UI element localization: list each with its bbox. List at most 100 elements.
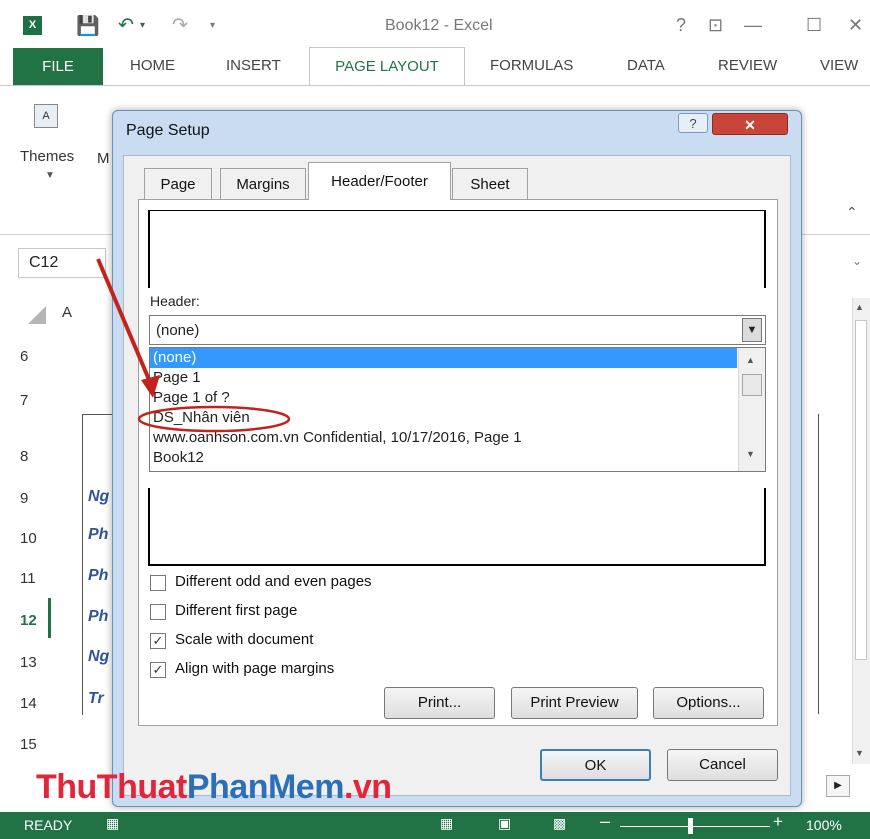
- collapse-ribbon-icon[interactable]: ⌃: [846, 204, 858, 221]
- table-border-right: [800, 414, 819, 714]
- cell-text[interactable]: Ng: [88, 488, 109, 506]
- header-combobox[interactable]: [149, 315, 766, 345]
- align-label[interactable]: Align with page margins: [175, 660, 334, 677]
- list-scroll-down-icon[interactable]: ▼: [746, 449, 755, 459]
- cell-text[interactable]: Ph: [88, 567, 108, 585]
- odd-even-checkbox[interactable]: [150, 575, 166, 591]
- tab-insert[interactable]: INSERT: [226, 48, 281, 84]
- row-header[interactable]: 14: [20, 695, 50, 712]
- row-header[interactable]: 13: [20, 654, 50, 671]
- close-window-icon[interactable]: ✕: [848, 15, 863, 36]
- zoom-in-icon[interactable]: +: [773, 812, 783, 832]
- minimize-icon[interactable]: —: [744, 15, 762, 36]
- tab-margins[interactable]: Margins: [220, 168, 306, 199]
- ribbon-display-icon[interactable]: ⊡: [708, 15, 723, 36]
- themes-dropdown-icon[interactable]: ▼: [45, 170, 55, 181]
- scale-checkbox[interactable]: ✓: [150, 633, 166, 649]
- window-title: Book12 - Excel: [385, 17, 493, 34]
- cell-text[interactable]: Tr: [88, 690, 104, 708]
- row-header[interactable]: 7: [20, 392, 50, 409]
- row-header[interactable]: 15: [20, 736, 50, 753]
- zoom-level[interactable]: 100%: [806, 817, 842, 833]
- row-header[interactable]: 10: [20, 530, 50, 547]
- macro-record-icon[interactable]: ▦: [106, 815, 119, 832]
- help-icon[interactable]: ?: [676, 15, 686, 36]
- expand-formula-bar-icon[interactable]: ⌄: [852, 254, 862, 268]
- tab-review[interactable]: REVIEW: [718, 48, 777, 84]
- options-button[interactable]: Options...: [653, 687, 764, 719]
- header-label: Header:: [150, 293, 200, 309]
- scroll-down-icon[interactable]: ▼: [855, 748, 864, 758]
- select-all-corner[interactable]: [20, 300, 50, 328]
- dialog-title: Page Setup: [126, 122, 210, 139]
- vertical-scroll-thumb[interactable]: [855, 320, 867, 660]
- row-header[interactable]: 11: [20, 570, 50, 587]
- watermark-part-2: PhanMem: [186, 768, 345, 806]
- undo-dropdown-icon[interactable]: ▾: [140, 20, 145, 31]
- row-header[interactable]: 6: [20, 348, 50, 365]
- header-option[interactable]: DS_Nhân viên: [153, 408, 250, 428]
- cancel-button[interactable]: Cancel: [667, 749, 778, 781]
- watermark-logo: ThuThuatPhanMem.vn: [36, 768, 392, 807]
- undo-icon[interactable]: ↶: [118, 14, 134, 37]
- margins-button-label[interactable]: M: [97, 150, 110, 167]
- ok-button[interactable]: OK: [540, 749, 651, 781]
- cell-text[interactable]: Ph: [88, 526, 108, 544]
- header-option[interactable]: Book12: [153, 448, 204, 468]
- dialog-close-button[interactable]: ✕: [712, 113, 788, 135]
- selected-option-highlight: [150, 348, 737, 368]
- zoom-slider[interactable]: [620, 826, 770, 827]
- tab-home[interactable]: HOME: [130, 48, 175, 84]
- tab-formulas[interactable]: FORMULAS: [490, 48, 573, 84]
- first-page-checkbox[interactable]: [150, 604, 166, 620]
- tab-header-footer[interactable]: Header/Footer: [308, 162, 451, 200]
- tab-sheet[interactable]: Sheet: [452, 168, 528, 199]
- maximize-icon[interactable]: ☐: [806, 15, 822, 36]
- tab-data[interactable]: DATA: [627, 48, 665, 84]
- odd-even-label[interactable]: Different odd and even pages: [175, 573, 372, 590]
- list-scroll-up-icon[interactable]: ▲: [746, 355, 755, 365]
- cell-text[interactable]: Ng: [88, 648, 109, 666]
- print-button[interactable]: Print...: [384, 687, 495, 719]
- tab-page[interactable]: Page: [144, 168, 212, 199]
- align-checkbox[interactable]: ✓: [150, 662, 166, 678]
- zoom-out-icon[interactable]: –: [600, 811, 610, 832]
- list-scroll-thumb[interactable]: [742, 374, 762, 396]
- save-icon[interactable]: 💾: [76, 14, 100, 38]
- cell-text[interactable]: Ph: [88, 608, 108, 626]
- status-ready: READY: [24, 817, 73, 833]
- header-preview: [148, 210, 766, 288]
- scale-label[interactable]: Scale with document: [175, 631, 313, 648]
- tab-page-layout[interactable]: PAGE LAYOUT: [309, 47, 465, 85]
- first-page-label[interactable]: Different first page: [175, 602, 297, 619]
- scroll-up-icon[interactable]: ▲: [855, 302, 864, 312]
- customize-qat-icon[interactable]: ▾: [210, 20, 215, 31]
- excel-logo-icon[interactable]: X: [23, 16, 42, 35]
- watermark-part-3: .vn: [343, 768, 392, 806]
- themes-button-label[interactable]: Themes: [20, 148, 74, 165]
- row-header[interactable]: 8: [20, 448, 50, 465]
- row-header-active[interactable]: 12: [20, 612, 50, 629]
- header-option[interactable]: www.oanhson.com.vn Confidential, 10/17/2…: [153, 428, 522, 448]
- zoom-slider-thumb[interactable]: [688, 818, 693, 834]
- normal-view-icon[interactable]: ▦: [440, 815, 453, 832]
- themes-icon[interactable]: A: [34, 104, 58, 128]
- row-header[interactable]: 9: [20, 490, 50, 507]
- page-break-view-icon[interactable]: ▩: [553, 815, 566, 832]
- header-option[interactable]: (none): [153, 348, 196, 368]
- active-row-marker: [48, 598, 51, 638]
- dialog-help-button[interactable]: ?: [678, 113, 708, 133]
- print-preview-button[interactable]: Print Preview: [511, 687, 638, 719]
- header-option[interactable]: Page 1 of ?: [153, 388, 230, 408]
- redo-icon: ↷: [172, 15, 188, 36]
- tab-file[interactable]: FILE: [13, 48, 103, 85]
- tab-view[interactable]: VIEW: [820, 48, 858, 84]
- footer-preview: [148, 488, 766, 566]
- column-header-a[interactable]: A: [62, 304, 72, 321]
- page-layout-view-icon[interactable]: ▣: [498, 815, 511, 832]
- combobox-dropdown-icon[interactable]: ▼: [742, 318, 762, 342]
- scroll-right-icon[interactable]: ▶: [826, 775, 850, 797]
- header-option[interactable]: Page 1: [153, 368, 201, 388]
- header-combobox-value[interactable]: (none): [156, 322, 199, 339]
- name-box[interactable]: C12: [18, 248, 106, 278]
